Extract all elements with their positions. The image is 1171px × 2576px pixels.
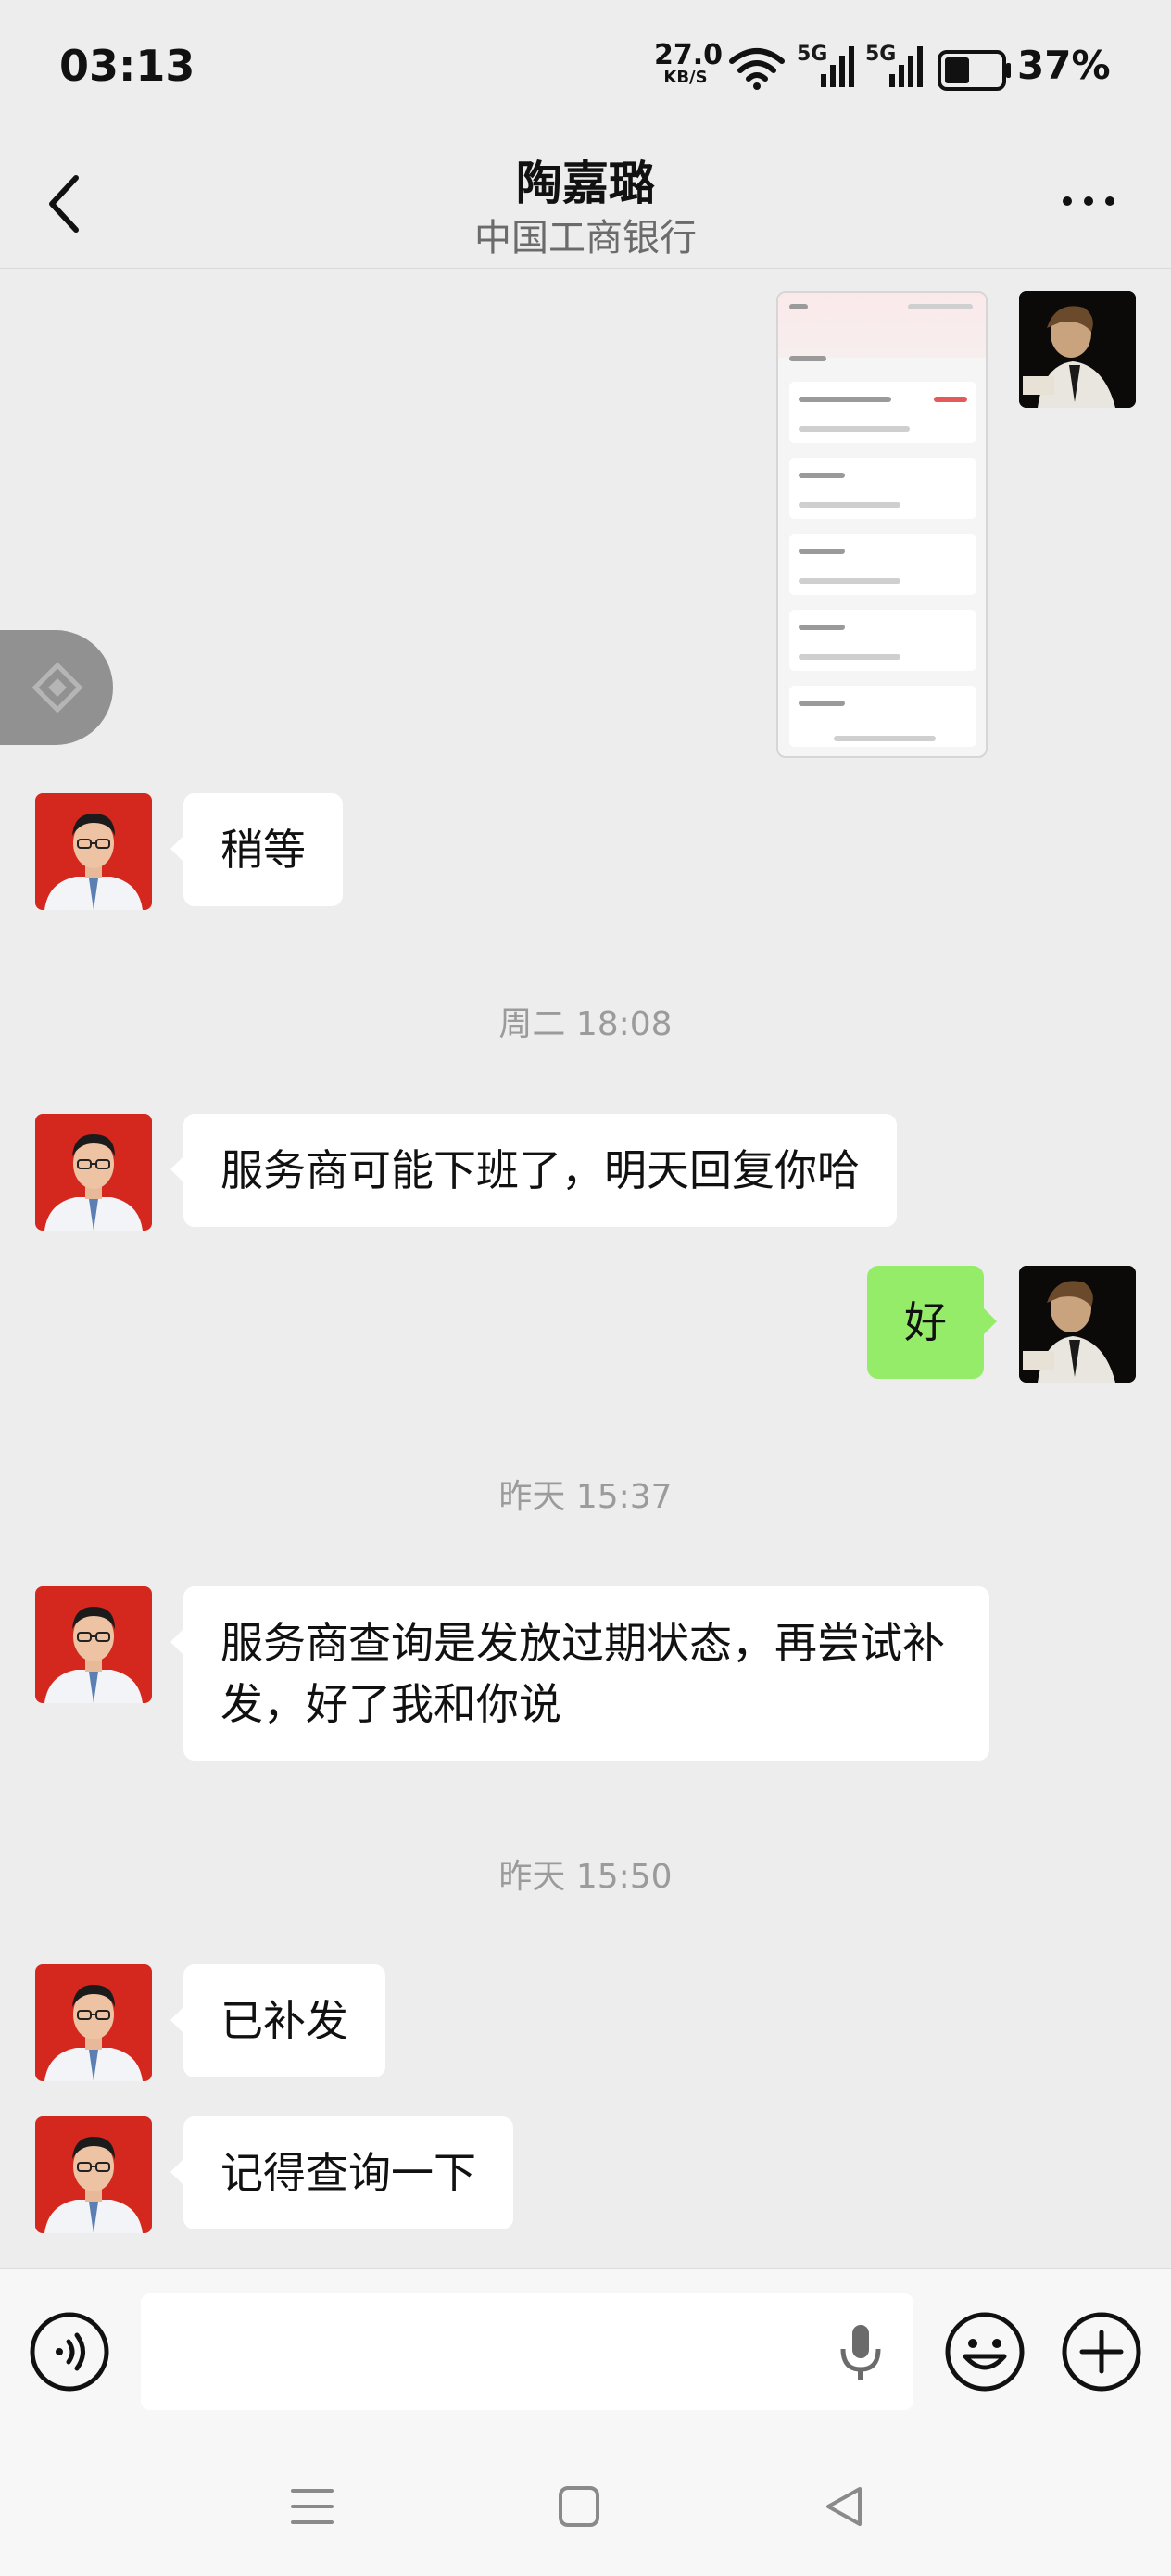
contact-avatar[interactable] bbox=[35, 2116, 152, 2233]
mic-icon[interactable] bbox=[837, 2321, 884, 2386]
status-bar: 03:13 27.0 KB/S 5G 5G 37% bbox=[0, 0, 1171, 139]
message-bubble: 已补发 bbox=[170, 1964, 385, 2077]
signal-icon-2: 5G bbox=[865, 43, 925, 93]
message-bubble: 稍等 bbox=[170, 793, 343, 906]
shot-line bbox=[799, 549, 845, 554]
more-icon[interactable] bbox=[1056, 178, 1121, 224]
person-photo-icon bbox=[35, 793, 152, 910]
shot-header bbox=[778, 293, 986, 358]
network-speed-value: 27.0 bbox=[654, 39, 724, 71]
person-photo-icon bbox=[35, 2116, 152, 2233]
message-timestamp: 昨天 15:50 bbox=[498, 1858, 673, 1896]
plus-icon[interactable] bbox=[1060, 2310, 1143, 2393]
back-triangle-icon[interactable] bbox=[821, 2483, 867, 2530]
message-bubble: 服务商可能下班了，明天回复你哈 bbox=[170, 1114, 897, 1227]
shot-line bbox=[799, 578, 900, 584]
menu-icon[interactable] bbox=[289, 2483, 335, 2530]
shot-card bbox=[789, 610, 976, 671]
shot-line bbox=[799, 625, 845, 630]
my-avatar[interactable] bbox=[1019, 1266, 1136, 1383]
contact-avatar[interactable] bbox=[35, 1964, 152, 2081]
message-input[interactable] bbox=[141, 2293, 913, 2410]
battery-icon bbox=[938, 50, 1011, 91]
person-photo-icon bbox=[35, 1586, 152, 1703]
diamond-icon bbox=[31, 662, 83, 713]
shot-line bbox=[799, 701, 845, 706]
contact-avatar[interactable] bbox=[35, 1586, 152, 1703]
network-speed: 27.0 KB/S bbox=[654, 39, 724, 89]
sent-image-message[interactable] bbox=[776, 291, 988, 758]
signal-icon-1: 5G bbox=[797, 43, 856, 93]
shot-line bbox=[799, 397, 891, 402]
shot-line bbox=[799, 502, 900, 508]
contact-avatar[interactable] bbox=[35, 793, 152, 910]
wifi-icon bbox=[729, 48, 785, 90]
home-icon[interactable] bbox=[556, 2483, 602, 2530]
emoji-icon[interactable] bbox=[943, 2310, 1026, 2393]
shot-line bbox=[799, 473, 845, 478]
shot-line bbox=[799, 426, 910, 432]
shot-card bbox=[789, 382, 976, 443]
voice-icon[interactable] bbox=[28, 2310, 111, 2393]
message-timestamp: 周二 18:08 bbox=[498, 1005, 673, 1043]
shot-card bbox=[789, 534, 976, 595]
message-timestamp: 昨天 15:37 bbox=[498, 1478, 673, 1516]
floating-window-tab[interactable] bbox=[0, 630, 113, 745]
shot-line bbox=[834, 736, 936, 741]
shot-line bbox=[789, 304, 808, 309]
shot-line bbox=[789, 356, 826, 361]
shot-line bbox=[799, 654, 900, 660]
shot-line bbox=[934, 397, 967, 402]
status-time: 03:13 bbox=[59, 41, 195, 91]
message-bubble: 服务商查询是发放过期状态，再尝试补发，好了我和你说 bbox=[170, 1586, 989, 1761]
contact-name: 陶嘉璐 bbox=[516, 157, 655, 210]
person-photo-icon bbox=[1019, 1266, 1136, 1383]
chat-header: 陶嘉璐 中国工商银行 bbox=[0, 139, 1171, 269]
contact-avatar[interactable] bbox=[35, 1114, 152, 1231]
message-bubble: 记得查询一下 bbox=[170, 2116, 513, 2229]
my-avatar[interactable] bbox=[1019, 291, 1136, 408]
message-bubble-outgoing: 好 bbox=[867, 1266, 997, 1379]
chat-input-bar bbox=[0, 2268, 1171, 2437]
contact-company: 中国工商银行 bbox=[474, 217, 697, 259]
person-photo-icon bbox=[35, 1114, 152, 1231]
person-photo-icon bbox=[35, 1964, 152, 2081]
shot-card bbox=[789, 458, 976, 519]
battery-percent: 37% bbox=[1017, 43, 1111, 88]
system-nav-bar bbox=[0, 2437, 1171, 2576]
shot-line bbox=[908, 304, 973, 309]
person-photo-icon bbox=[1019, 291, 1136, 408]
